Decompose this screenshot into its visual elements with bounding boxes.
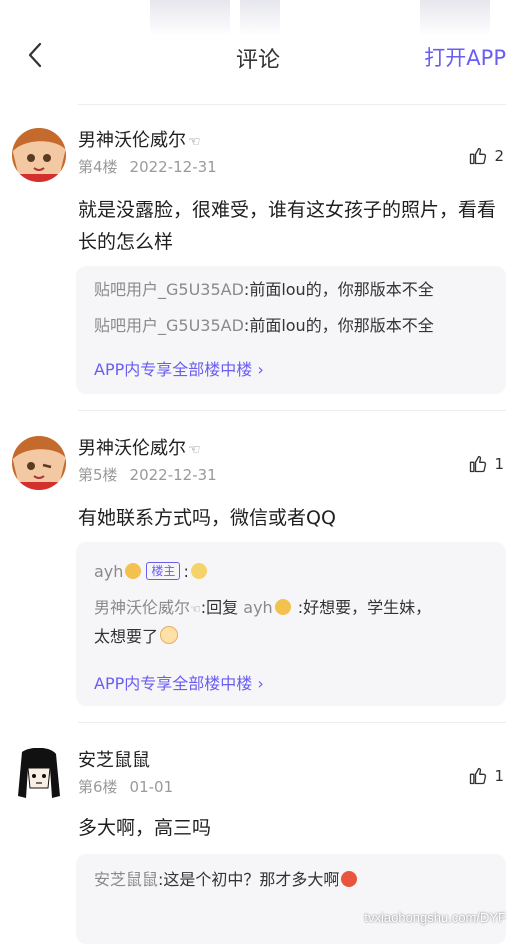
divider	[78, 722, 506, 723]
floor-number: 第5楼	[78, 466, 118, 484]
like-count: 1	[494, 767, 504, 785]
avatar[interactable]	[12, 436, 66, 490]
comment-date: 2022-12-31	[129, 466, 217, 484]
like-button[interactable]: 2	[468, 146, 504, 166]
cat-emoji-icon	[274, 599, 291, 615]
hand-icon: ☜	[188, 134, 201, 150]
reply-item: 男神沃伦威尔☜:回复 ayh :好想要，学生妹， 太想要了	[94, 598, 432, 646]
shy-emoji-icon	[160, 626, 179, 644]
comment-text: 有她联系方式吗，微信或者QQ	[78, 507, 336, 529]
reply-item: 贴吧用户_G5U35AD:前面lou的，你那版本不全	[94, 280, 434, 299]
replies-box[interactable]: 贴吧用户_G5U35AD:前面lou的，你那版本不全 贴吧用户_G5U35AD:…	[76, 266, 506, 394]
smile-emoji-icon	[190, 563, 207, 579]
reply-item: 贴吧用户_G5U35AD:前面lou的，你那版本不全	[94, 316, 434, 335]
blur-artifact	[240, 0, 280, 36]
replies-box[interactable]: 安芝鼠鼠:这是个初中？那才多大啊	[76, 854, 506, 944]
reply-user[interactable]: ayh	[94, 562, 123, 581]
like-count: 1	[494, 455, 504, 473]
avatar[interactable]	[12, 748, 66, 802]
reply-item: 安芝鼠鼠:这是个初中？那才多大啊	[94, 866, 494, 894]
avatar[interactable]	[12, 128, 66, 182]
view-all-replies-link[interactable]: APP内专享全部楼中楼 ›	[94, 670, 264, 694]
user-name[interactable]: 男神沃伦威尔 ☜	[78, 126, 201, 152]
thumbs-up-icon	[470, 455, 487, 473]
divider	[78, 410, 506, 411]
replies-box[interactable]: ayh 楼主: 男神沃伦威尔☜:回复 ayh :好想要，学生妹， 太想要了 APP…	[76, 542, 506, 706]
comment-text: 多大啊，高三吗	[78, 817, 212, 839]
comment-date: 01-01	[129, 778, 174, 796]
cat-emoji-icon	[125, 563, 142, 579]
top-bar: 评论 打开APP	[0, 0, 516, 100]
watermark: tvxiaohongshu.com/DYF	[364, 910, 506, 925]
reply-user[interactable]: 安芝鼠鼠	[94, 870, 158, 889]
blur-artifact	[150, 0, 230, 36]
op-badge: 楼主	[146, 562, 181, 580]
reply-user[interactable]: 贴吧用户_G5U35AD	[94, 280, 244, 299]
mention-user[interactable]: ayh	[243, 598, 272, 617]
blur-artifact	[420, 0, 490, 36]
reply-item: ayh 楼主:	[94, 558, 494, 586]
comment-meta: 第5楼 2022-12-31	[78, 464, 217, 485]
thumbs-up-icon	[470, 147, 487, 165]
reply-user[interactable]: 贴吧用户_G5U35AD	[94, 316, 244, 335]
angry-emoji-icon	[341, 871, 358, 887]
hand-icon: ☜	[190, 602, 201, 616]
divider	[78, 104, 506, 105]
comment-meta: 第4楼 2022-12-31	[78, 156, 217, 177]
like-count: 2	[494, 147, 504, 165]
user-name[interactable]: 安芝鼠鼠	[78, 746, 150, 772]
floor-number: 第4楼	[78, 158, 118, 176]
comment-text: 就是没露脸，很难受，谁有这女孩子的照片，看看长的怎么样	[78, 199, 497, 253]
like-button[interactable]: 1	[468, 766, 504, 786]
reply-user[interactable]: 男神沃伦威尔☜	[94, 598, 201, 617]
thumbs-up-icon	[470, 767, 487, 785]
open-app-button[interactable]: 打开APP	[424, 42, 506, 72]
comment-meta: 第6楼 01-01	[78, 776, 173, 797]
user-name[interactable]: 男神沃伦威尔 ☜	[78, 434, 201, 460]
floor-number: 第6楼	[78, 778, 118, 796]
hand-icon: ☜	[188, 442, 201, 458]
comment-date: 2022-12-31	[129, 158, 217, 176]
like-button[interactable]: 1	[468, 454, 504, 474]
view-all-replies-link[interactable]: APP内专享全部楼中楼 ›	[94, 356, 264, 380]
